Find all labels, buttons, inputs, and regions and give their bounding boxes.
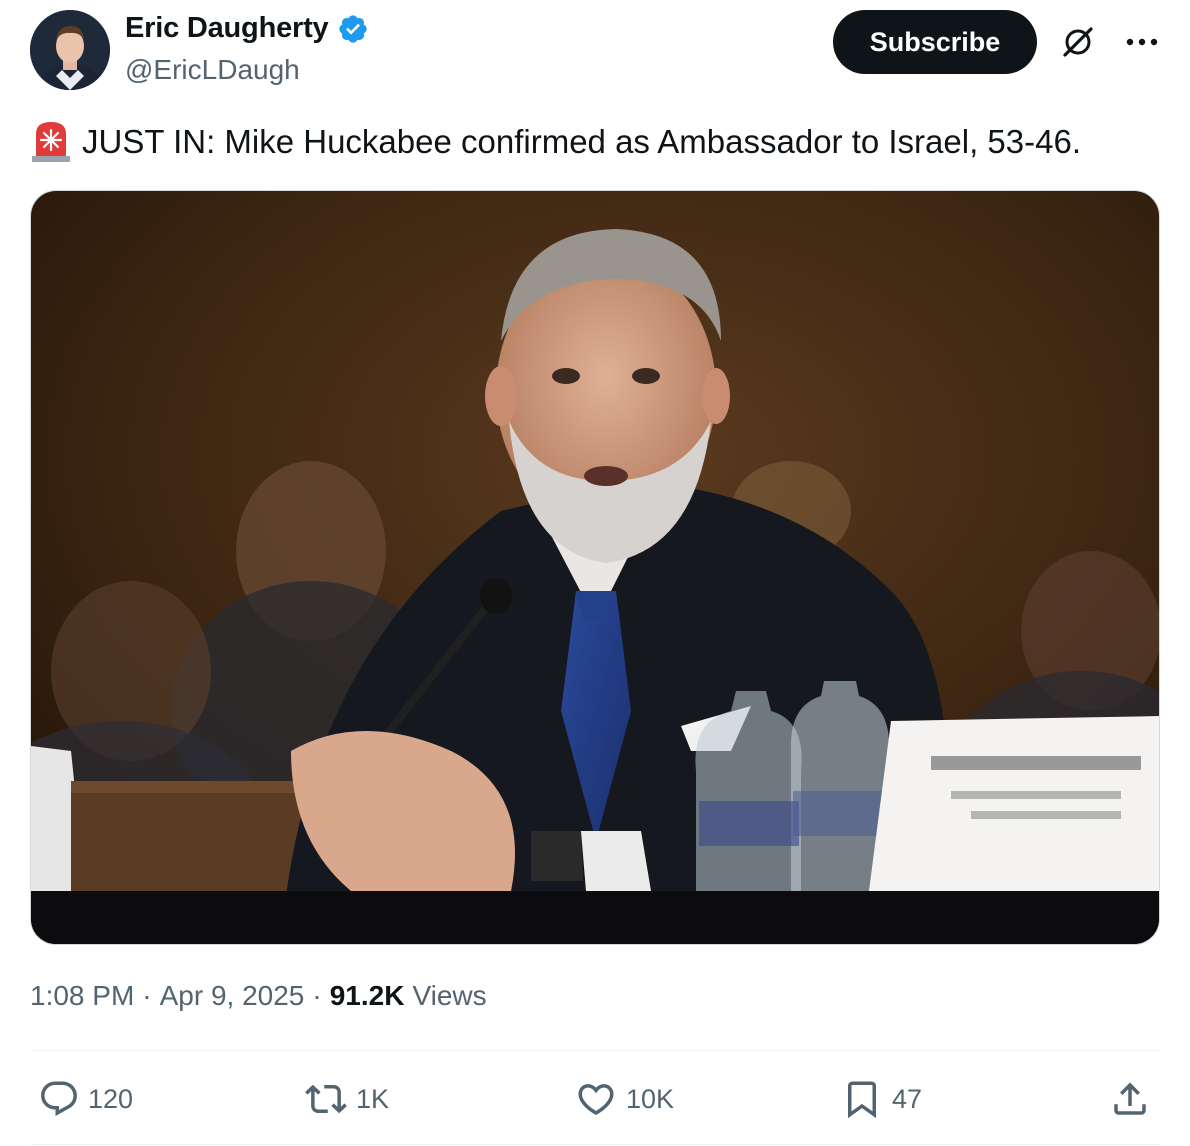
tweet-time[interactable]: 1:08 PM <box>30 980 134 1012</box>
divider <box>30 1050 1160 1051</box>
author-handle[interactable]: @EricLDaugh <box>125 54 300 86</box>
repost-button[interactable]: 1K <box>304 1078 389 1120</box>
bookmark-icon <box>848 1081 876 1119</box>
rotating-light-emoji-icon <box>30 120 72 164</box>
tweet-meta: 1:08 PM · Apr 9, 2025 · 91.2K Views <box>30 980 487 1012</box>
share-button[interactable] <box>1108 1078 1152 1120</box>
repost-count: 1K <box>356 1083 390 1114</box>
heart-icon <box>578 1084 614 1116</box>
reply-button[interactable]: 120 <box>38 1078 133 1120</box>
repost-icon <box>305 1084 347 1114</box>
author-name-row: Eric Daugherty <box>125 12 369 45</box>
meta-separator: · <box>312 980 322 1011</box>
tweet-text: JUST IN: Mike Huckabee confirmed as Amba… <box>30 120 1160 164</box>
divider <box>30 1144 1160 1145</box>
tweet-photo[interactable] <box>30 190 1160 945</box>
tweet-date[interactable]: Apr 9, 2025 <box>160 980 305 1012</box>
reply-icon <box>41 1081 77 1116</box>
verified-badge-icon[interactable] <box>337 13 369 45</box>
reply-count: 120 <box>88 1083 134 1114</box>
avatar[interactable] <box>30 10 110 90</box>
author-display-name[interactable]: Eric Daugherty <box>125 12 329 45</box>
like-count: 10K <box>626 1083 675 1114</box>
more-options-icon[interactable] <box>1122 24 1162 60</box>
meta-separator: · <box>142 980 152 1011</box>
grok-icon[interactable] <box>1058 22 1098 62</box>
like-button[interactable]: 10K <box>574 1078 674 1120</box>
tweet-header: Eric Daugherty @EricLDaugh Subscribe <box>0 0 1190 100</box>
views-label: Views <box>412 980 487 1011</box>
bookmark-count: 47 <box>892 1083 923 1114</box>
action-bar: 120 1K 10K 47 <box>0 1070 1190 1130</box>
bookmark-button[interactable]: 47 <box>840 1078 922 1120</box>
tweet-body-text: JUST IN: Mike Huckabee confirmed as Amba… <box>82 123 1081 160</box>
views-count: 91.2K <box>329 980 405 1011</box>
subscribe-button[interactable]: Subscribe <box>833 10 1037 74</box>
share-icon <box>1114 1082 1146 1115</box>
